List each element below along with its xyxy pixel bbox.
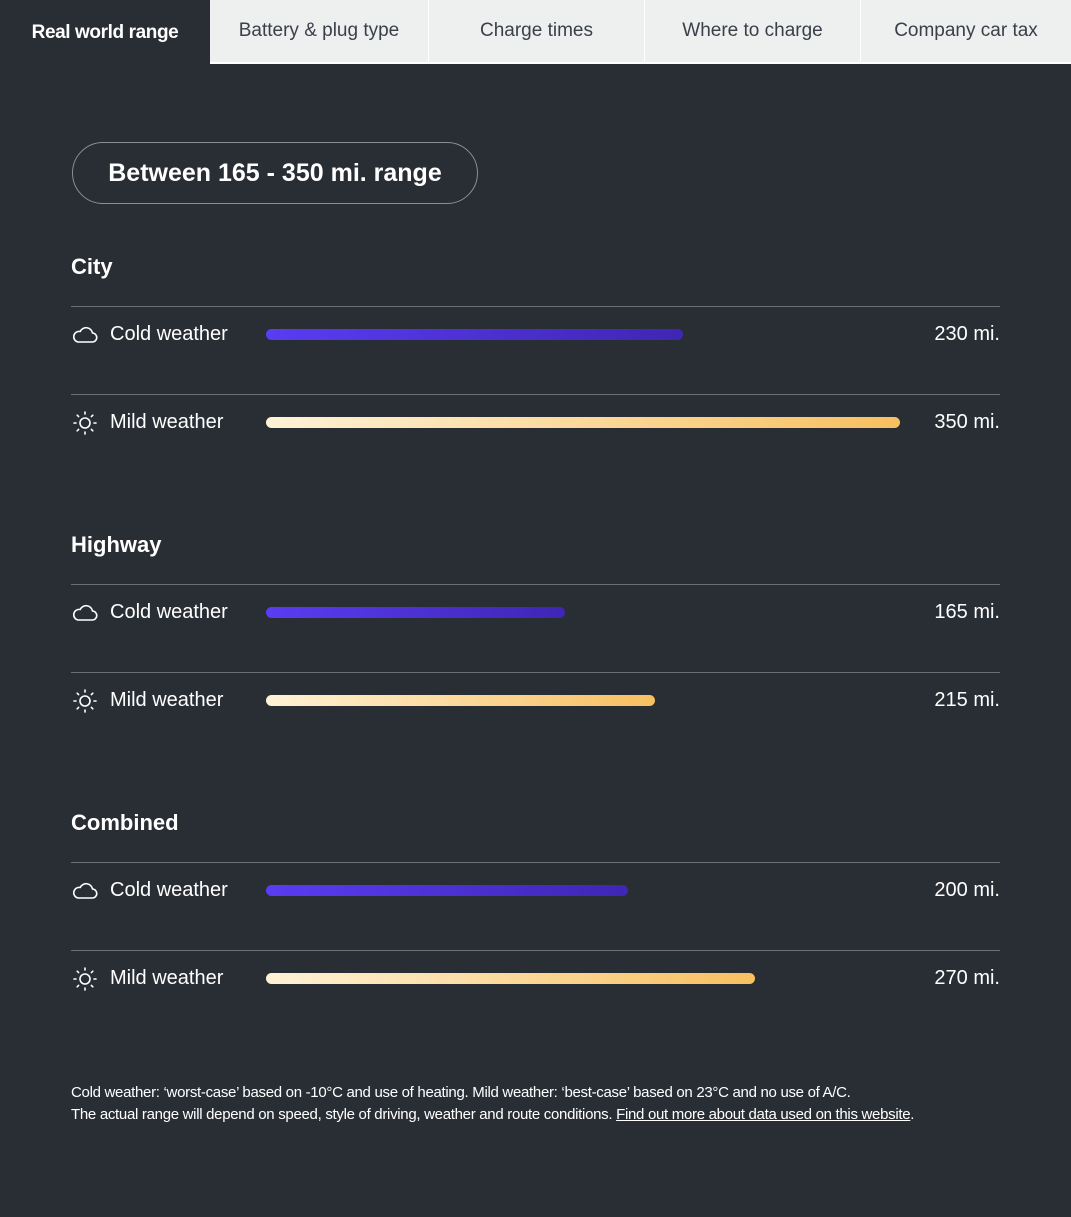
range-value: 270 mi. bbox=[934, 967, 1000, 989]
range-bar-cold bbox=[266, 607, 565, 618]
section-title: Highway bbox=[71, 532, 162, 557]
row-label: Mild weather bbox=[110, 689, 224, 711]
range-value: 165 mi. bbox=[934, 601, 1000, 623]
section-highway: Highway Cold weather 165 mi. Mild weathe… bbox=[71, 525, 1000, 760]
cloud-icon bbox=[71, 599, 99, 627]
footnote: Cold weather: ‘worst-case’ based on -10°… bbox=[71, 1082, 1011, 1126]
cloud-icon bbox=[71, 877, 99, 905]
range-summary-badge: Between 165 - 350 mi. range bbox=[72, 142, 478, 204]
tab-real-world-range[interactable]: Real world range bbox=[0, 0, 210, 66]
section-title: City bbox=[71, 254, 113, 279]
section-city: City Cold weather 230 mi. Mild weather 3… bbox=[71, 247, 1000, 482]
range-row-cold: Cold weather 165 mi. bbox=[71, 584, 1000, 672]
range-value: 215 mi. bbox=[934, 689, 1000, 711]
cloud-icon bbox=[71, 321, 99, 349]
footnote-line-2: The actual range will depend on speed, s… bbox=[71, 1106, 617, 1123]
row-label: Cold weather bbox=[110, 879, 228, 901]
range-row-cold: Cold weather 230 mi. bbox=[71, 306, 1000, 394]
sun-icon bbox=[71, 965, 99, 993]
range-bar-cold bbox=[266, 885, 629, 896]
row-label: Mild weather bbox=[110, 411, 224, 433]
section-title: Combined bbox=[71, 810, 179, 835]
data-info-link[interactable]: Find out more about data used on this we… bbox=[616, 1106, 911, 1123]
row-label: Mild weather bbox=[110, 967, 224, 989]
range-bar-cold bbox=[266, 329, 683, 340]
range-bar-mild bbox=[266, 695, 656, 706]
sun-icon bbox=[71, 409, 99, 437]
row-label: Cold weather bbox=[110, 323, 228, 345]
range-value: 230 mi. bbox=[934, 323, 1000, 345]
bar-track bbox=[266, 973, 900, 984]
footnote-line-1: Cold weather: ‘worst-case’ based on -10°… bbox=[71, 1084, 851, 1101]
sun-icon bbox=[71, 687, 99, 715]
tab-charge-times[interactable]: Charge times bbox=[429, 0, 645, 64]
bar-track bbox=[266, 607, 900, 618]
footnote-trailing: . bbox=[910, 1106, 915, 1123]
range-value: 200 mi. bbox=[934, 879, 1000, 901]
tab-bar: Real world range Battery & plug type Cha… bbox=[0, 0, 1071, 66]
range-bar-mild bbox=[266, 973, 756, 984]
bar-track bbox=[266, 329, 900, 340]
bar-track bbox=[266, 695, 900, 706]
range-bar-mild bbox=[266, 417, 900, 428]
range-row-cold: Cold weather 200 mi. bbox=[71, 862, 1000, 950]
section-combined: Combined Cold weather 200 mi. Mild weath… bbox=[71, 803, 1000, 1038]
tab-battery-plug-type[interactable]: Battery & plug type bbox=[210, 0, 429, 64]
range-value: 350 mi. bbox=[934, 411, 1000, 433]
range-row-mild: Mild weather 270 mi. bbox=[71, 950, 1000, 1038]
tab-where-to-charge[interactable]: Where to charge bbox=[645, 0, 861, 64]
tab-company-car-tax[interactable]: Company car tax bbox=[861, 0, 1071, 64]
range-row-mild: Mild weather 350 mi. bbox=[71, 394, 1000, 482]
range-row-mild: Mild weather 215 mi. bbox=[71, 672, 1000, 760]
bar-track bbox=[266, 417, 900, 428]
bar-track bbox=[266, 885, 900, 896]
row-label: Cold weather bbox=[110, 601, 228, 623]
